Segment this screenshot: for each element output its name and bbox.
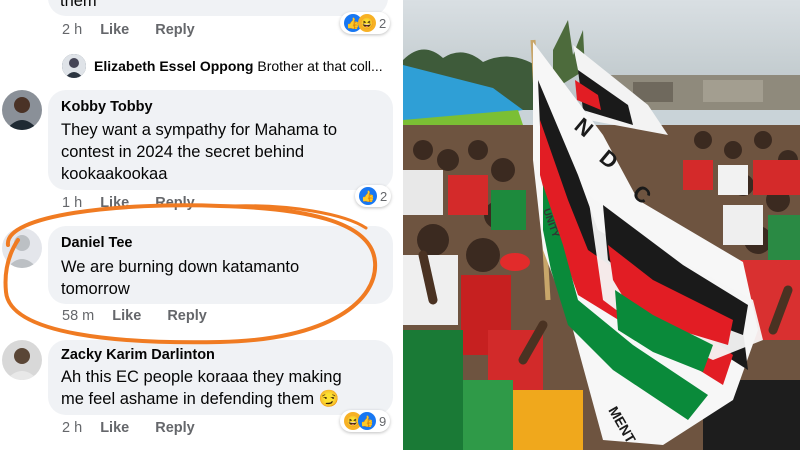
comment-bubble: Daniel Tee We are burning down katamanto… [48, 226, 393, 304]
comment-time: 2 h [62, 22, 83, 38]
comment-actions: 58 m Like Reply [62, 308, 229, 324]
comment-actions: 2 h Like Reply [62, 420, 217, 436]
comment-text: them [60, 0, 97, 10]
avatar[interactable] [62, 54, 86, 78]
avatar[interactable] [2, 340, 42, 380]
like-button[interactable]: Like [100, 22, 129, 38]
comment-author[interactable]: Daniel Tee [61, 235, 132, 251]
reply-button[interactable]: Reply [155, 420, 195, 436]
rally-photo: N D C UNITY MENT [403, 0, 800, 450]
comment-author[interactable]: Kobby Tobby [61, 99, 153, 115]
reply-preview[interactable]: Elizabeth Essel Oppong Brother at that c… [94, 58, 383, 74]
comment-text: They want a sympathy for Mahama to conte… [61, 121, 338, 183]
comment-actions: 1 h Like Reply [62, 195, 217, 211]
avatar[interactable] [2, 90, 42, 130]
comment-text: Ah this EC people koraaa they making me … [61, 368, 342, 408]
comment-time: 1 h [62, 195, 83, 211]
reaction-count[interactable]: 👍 😆 2 [340, 12, 391, 34]
comment-bubble: Zacky Karim Darlinton Ah this EC people … [48, 340, 393, 415]
reaction-count[interactable]: 😆 👍 9 [340, 410, 391, 432]
comment-text: We are burning down katamanto tomorrow [61, 258, 300, 298]
comment-bubble: them [48, 0, 388, 16]
avatar[interactable] [2, 228, 42, 268]
reply-author: Elizabeth Essel Oppong [94, 58, 254, 74]
comment-actions: 2 h Like Reply [62, 22, 217, 38]
like-reaction-icon: 👍 [358, 412, 376, 430]
rally-image: N D C UNITY MENT [403, 0, 800, 450]
like-button[interactable]: Like [100, 420, 129, 436]
reply-snippet: Brother at that coll... [257, 58, 383, 74]
reply-button[interactable]: Reply [155, 22, 195, 38]
haha-reaction-icon: 😆 [358, 14, 376, 32]
like-reaction-icon: 👍 [359, 187, 377, 205]
comment-time: 2 h [62, 420, 83, 436]
like-button[interactable]: Like [100, 195, 129, 211]
comments-panel: them 2 h Like Reply 👍 😆 2 Elizabeth Esse… [0, 0, 403, 450]
reply-button[interactable]: Reply [167, 308, 207, 324]
comment-bubble: Kobby Tobby They want a sympathy for Mah… [48, 90, 393, 190]
comment-time: 58 m [62, 308, 95, 324]
reply-button[interactable]: Reply [155, 195, 195, 211]
comment-author[interactable]: Zacky Karim Darlinton [61, 347, 215, 363]
like-button[interactable]: Like [112, 308, 141, 324]
reaction-count[interactable]: 👍 2 [355, 185, 392, 207]
